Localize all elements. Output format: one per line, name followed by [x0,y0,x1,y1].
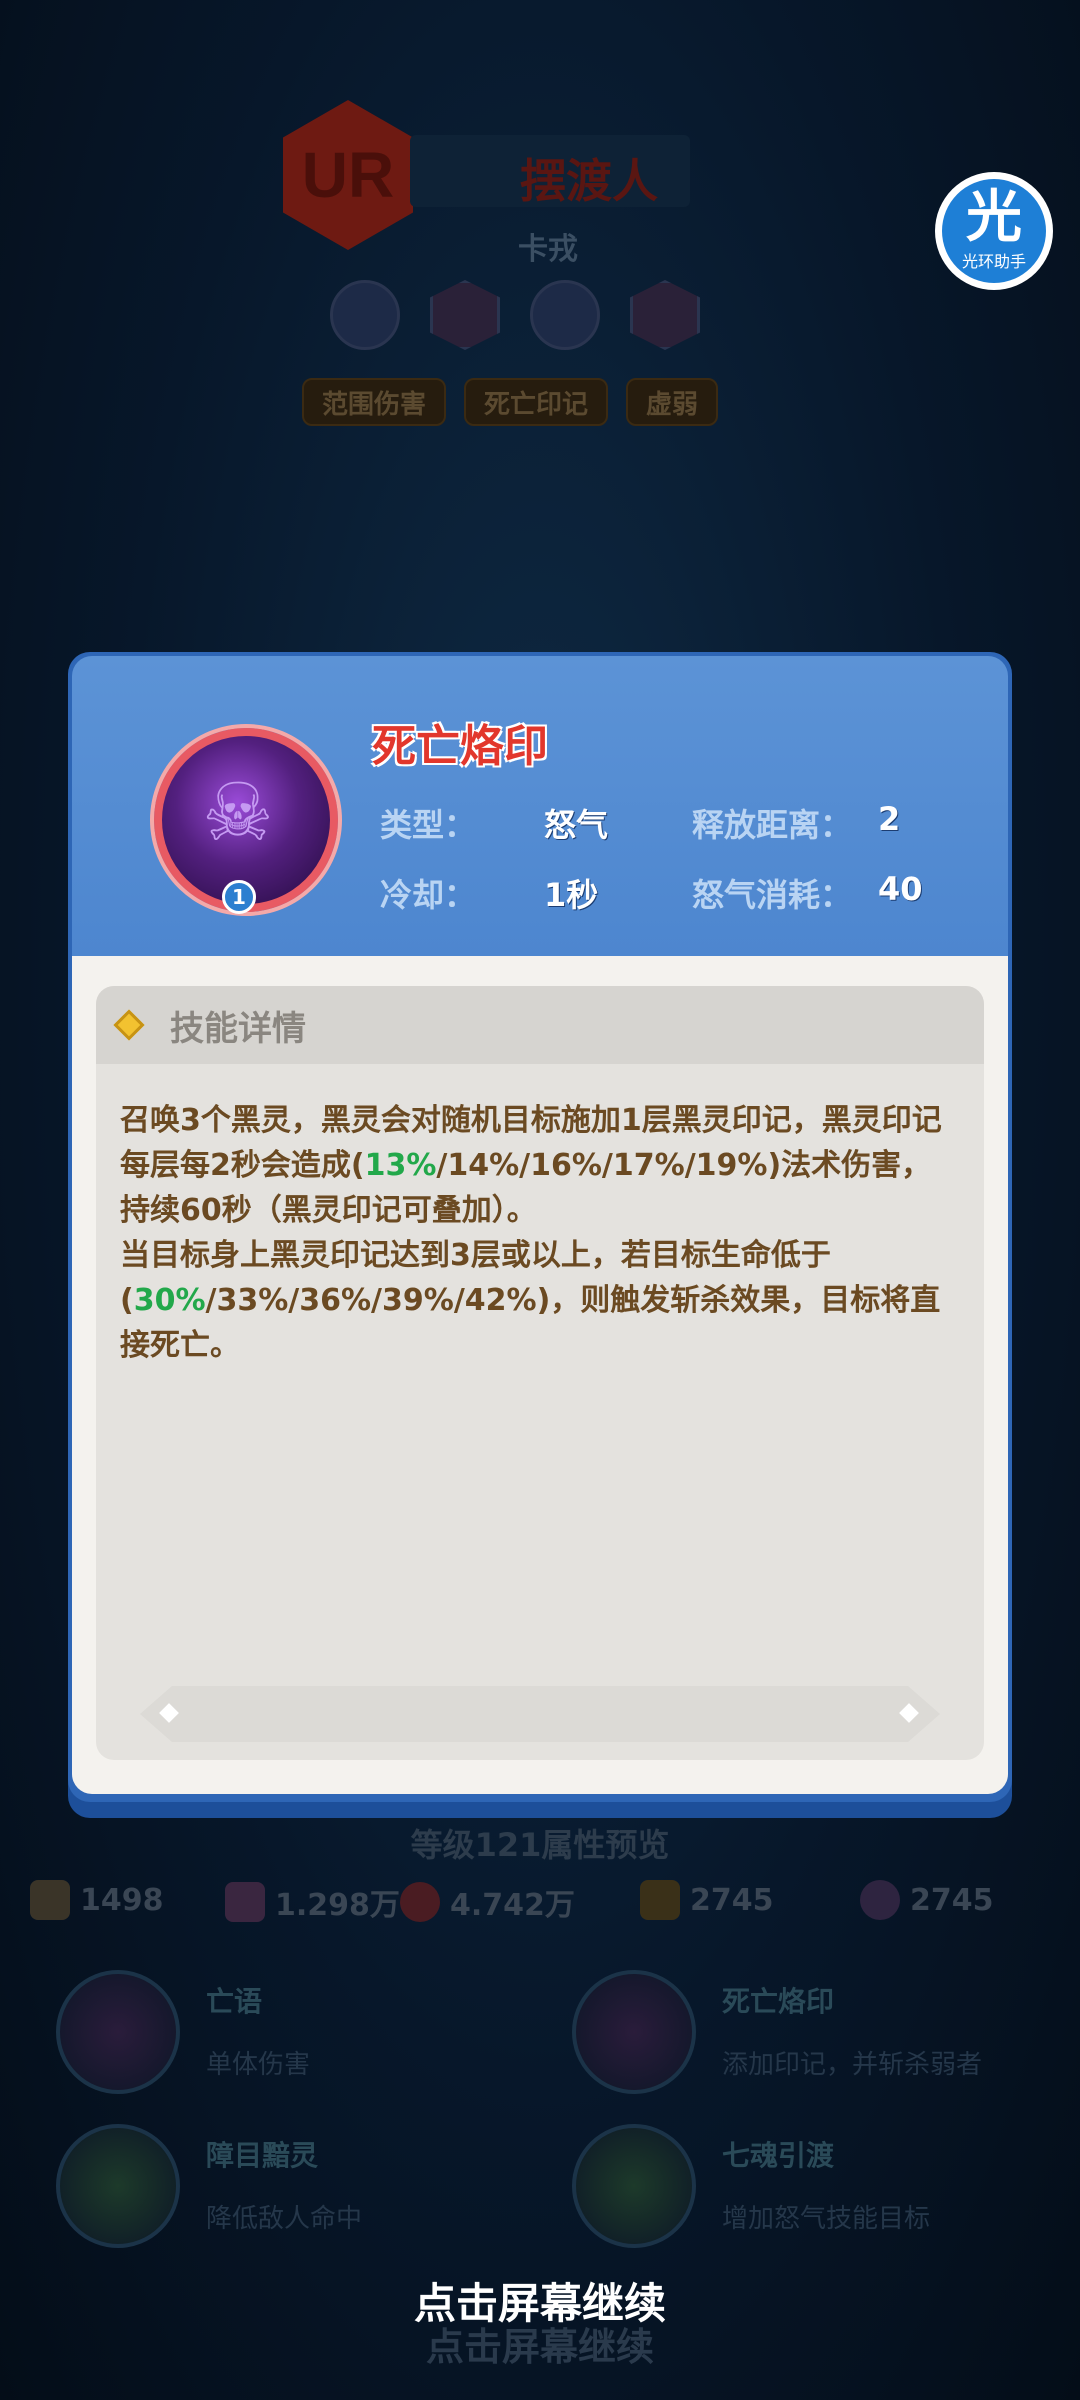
sword-icon [30,1880,70,1920]
detail-header: 技能详情 [96,986,984,1064]
diamond-icon [113,1009,145,1041]
crossed-swords-icon [530,280,600,350]
cooldown-label: 冷却： [380,876,477,914]
skill-level-badge: 1 [222,880,256,914]
magic-defense-stat: 2745 [860,1880,994,1920]
level-preview-title: 等级121属性预览 [410,1826,670,1864]
reaper-icon: ☠ [202,766,274,859]
hero-tag: 范围伤害 [302,378,447,426]
tap-to-continue-shadow: 点击屏幕继续 [425,2325,654,2369]
detail-title: 技能详情 [170,1008,306,1049]
skill-thumb [572,2124,696,2248]
skill-card: 障目黯灵 降低敌人命中 [56,2124,362,2248]
type-label: 类型： [380,806,477,844]
skill-card-name: 障目黯灵 [206,2139,319,2172]
hp-stat: 4.742万 [400,1880,575,1924]
skill-thumb [56,2124,180,2248]
scroll-right-dot [899,1703,919,1723]
defense-value: 2745 [690,1882,774,1918]
heart-icon [400,1882,440,1922]
skill-name: 死亡烙印 [372,721,548,772]
skull-icon [330,280,400,350]
magic-stat: 1.298万 [225,1880,400,1924]
description-text: /33%/36%/39%/42%)，则触发斩杀效果，目标将直接死亡。 [120,1283,941,1363]
skill-card: 死亡烙印 添加印记，并斩杀弱者 [572,1970,982,2094]
hero-tag: 死亡印记 [464,378,609,426]
hero-tag: 虚弱 [626,378,719,426]
helper-glyph: 光 [966,185,1022,250]
skill-card-desc: 增加怒气技能目标 [722,2204,931,2234]
scroll-track[interactable] [140,1686,940,1742]
skill-card-name: 死亡烙印 [722,1985,835,2018]
shield-icon [640,1880,680,1920]
range-label: 释放距离： [692,806,853,844]
attack-stat: 1498 [30,1880,164,1920]
skill-card-desc: 降低敌人命中 [206,2204,363,2234]
hero-tags: 范围伤害 死亡印记 虚弱 [302,378,719,426]
helper-icon: 光 光环助手 [942,179,1046,283]
rage-cost-value: 40 [878,870,923,908]
swirl-icon [630,280,700,350]
skill-detail-modal: ☠ 1 死亡烙印 类型： 怒气 释放距离： 2 冷却： 1秒 怒气消耗： 40 … [68,652,1012,1802]
modal-body: 技能详情 召唤3个黑灵，黑灵会对随机目标施加1层黑灵印记，黑灵印记每层每2秒会造… [72,956,1008,1794]
rage-cost-label: 怒气消耗： [692,876,853,914]
staff-icon [225,1882,265,1922]
skill-card-desc: 添加印记，并斩杀弱者 [722,2050,983,2080]
skill-card-desc: 单体伤害 [206,2050,311,2080]
skill-card-name: 亡语 [206,1985,263,2018]
skill-description[interactable]: 召唤3个黑灵，黑灵会对随机目标施加1层黑灵印记，黑灵印记每层每2秒会造成(13%… [96,1064,984,1368]
hero-subtitle: 卡戎 [518,232,578,267]
magic-defense-value: 2745 [910,1882,994,1918]
hp-value: 4.742万 [450,1888,575,1923]
helper-badge[interactable]: 光 光环助手 [935,172,1053,290]
skill-thumb [56,1970,180,2094]
hero-name: 摆渡人 [520,154,658,208]
preview-stats: 1498 1.298万 4.742万 2745 2745 [30,1880,1050,1940]
scroll-left-dot [159,1703,179,1723]
helper-label: 光环助手 [961,252,1026,271]
skill-card: 亡语 单体伤害 [56,1970,310,2094]
pentagram-icon [430,280,500,350]
type-value: 怒气 [544,806,609,844]
hero-skill-icons [330,280,700,350]
rarity-label: UR [301,139,395,211]
magic-shield-icon [860,1880,900,1920]
skill-card-name: 七魂引渡 [722,2139,835,2172]
rarity-badge: UR [283,100,413,250]
attack-value: 1498 [80,1882,164,1918]
cooldown-value: 1秒 [544,876,599,914]
description-highlight: 30% [133,1283,206,1318]
skill-card: 七魂引渡 增加怒气技能目标 [572,2124,930,2248]
defense-stat: 2745 [640,1880,774,1920]
skill-detail-panel: 技能详情 召唤3个黑灵，黑灵会对随机目标施加1层黑灵印记，黑灵印记每层每2秒会造… [96,986,984,1760]
description-highlight: 13% [364,1148,437,1183]
range-value: 2 [878,800,901,838]
modal-header: ☠ 1 死亡烙印 类型： 怒气 释放距离： 2 冷却： 1秒 怒气消耗： 40 [72,656,1008,956]
skill-thumb [572,1970,696,2094]
magic-value: 1.298万 [275,1888,400,1923]
